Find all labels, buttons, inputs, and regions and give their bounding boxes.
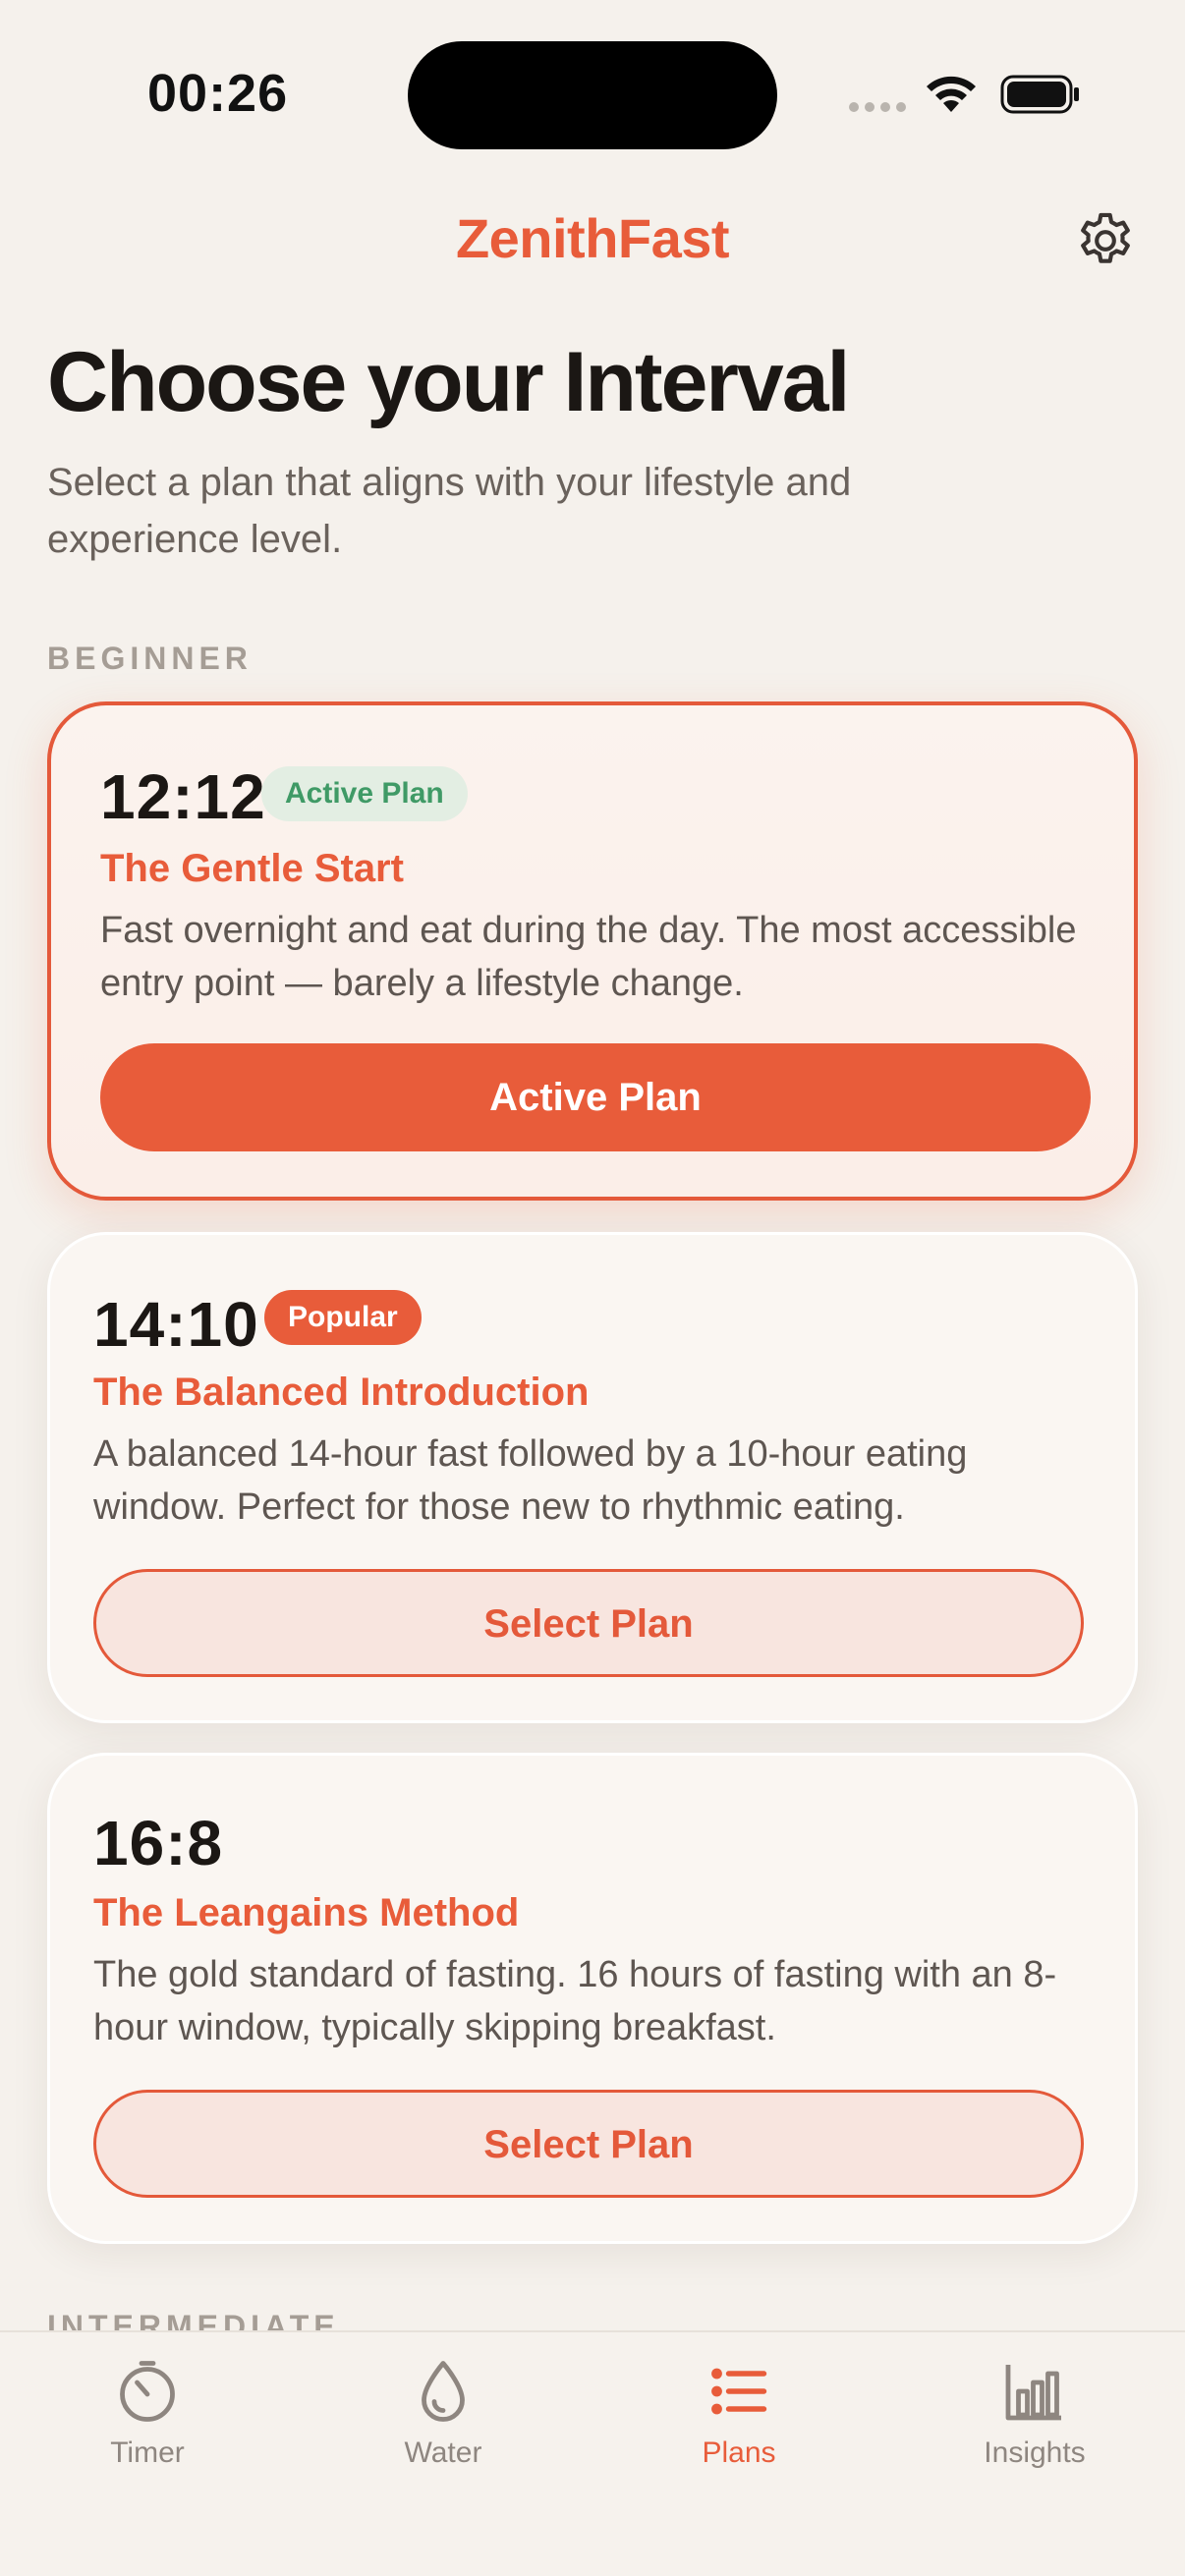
plan-description: The gold standard of fasting. 16 hours o… [93,1954,1057,2048]
plan-name: The Balanced Introduction [93,1371,590,1414]
battery-icon [1000,75,1079,114]
tab-timer-label: Timer [110,2436,185,2469]
plan-description: A balanced 14-hour fast followed by a 10… [93,1433,968,1528]
timer-icon [120,2361,175,2422]
settings-gear-icon[interactable] [1073,208,1138,273]
select-plan-button[interactable]: Select Plan [93,2090,1084,2198]
plan-card-12-12[interactable]: 12:12 Active Plan The Gentle Start Fast … [47,701,1138,1201]
bottom-tab-bar: Timer Water Plans Insights [0,2330,1185,2576]
section-label-beginner: BEGINNER [47,641,253,676]
tab-water[interactable]: Water [345,2356,541,2470]
list-icon [711,2368,767,2415]
plan-description: Fast overnight and eat during the day. T… [100,910,1077,1004]
cellular-signal-icon [849,102,906,112]
tab-plans-label: Plans [702,2436,776,2469]
tab-insights-label: Insights [984,2436,1086,2469]
tab-timer[interactable]: Timer [49,2356,246,2470]
popular-badge: Popular [264,1290,422,1345]
app-brand-title: ZenithFast [455,207,730,269]
tab-water-label: Water [404,2436,482,2469]
active-plan-button[interactable]: Active Plan [100,1043,1091,1151]
tab-plans[interactable]: Plans [641,2356,837,2470]
tab-insights[interactable]: Insights [936,2356,1133,2470]
plan-card-14-10[interactable]: 14:10 Popular The Balanced Introduction … [47,1232,1138,1723]
water-drop-icon [422,2361,465,2422]
status-bar: 00:26 [0,0,1185,196]
plan-ratio: 12:12 [100,761,266,832]
wifi-icon [927,76,976,112]
status-time: 00:26 [147,64,289,123]
plan-name: The Gentle Start [100,847,404,890]
dynamic-island [408,41,777,149]
plan-ratio: 16:8 [93,1808,224,1878]
plan-card-16-8[interactable]: 16:8 The Leangains Method The gold stand… [47,1753,1138,2244]
plan-ratio: 14:10 [93,1289,259,1360]
page-subtitle: Select a plan that aligns with your life… [47,461,852,561]
bar-chart-icon [1005,2365,1061,2421]
plan-name: The Leangains Method [93,1891,520,1934]
page-title: Choose your Interval [47,335,850,429]
select-plan-button[interactable]: Select Plan [93,1569,1084,1677]
active-plan-badge: Active Plan [261,766,468,821]
